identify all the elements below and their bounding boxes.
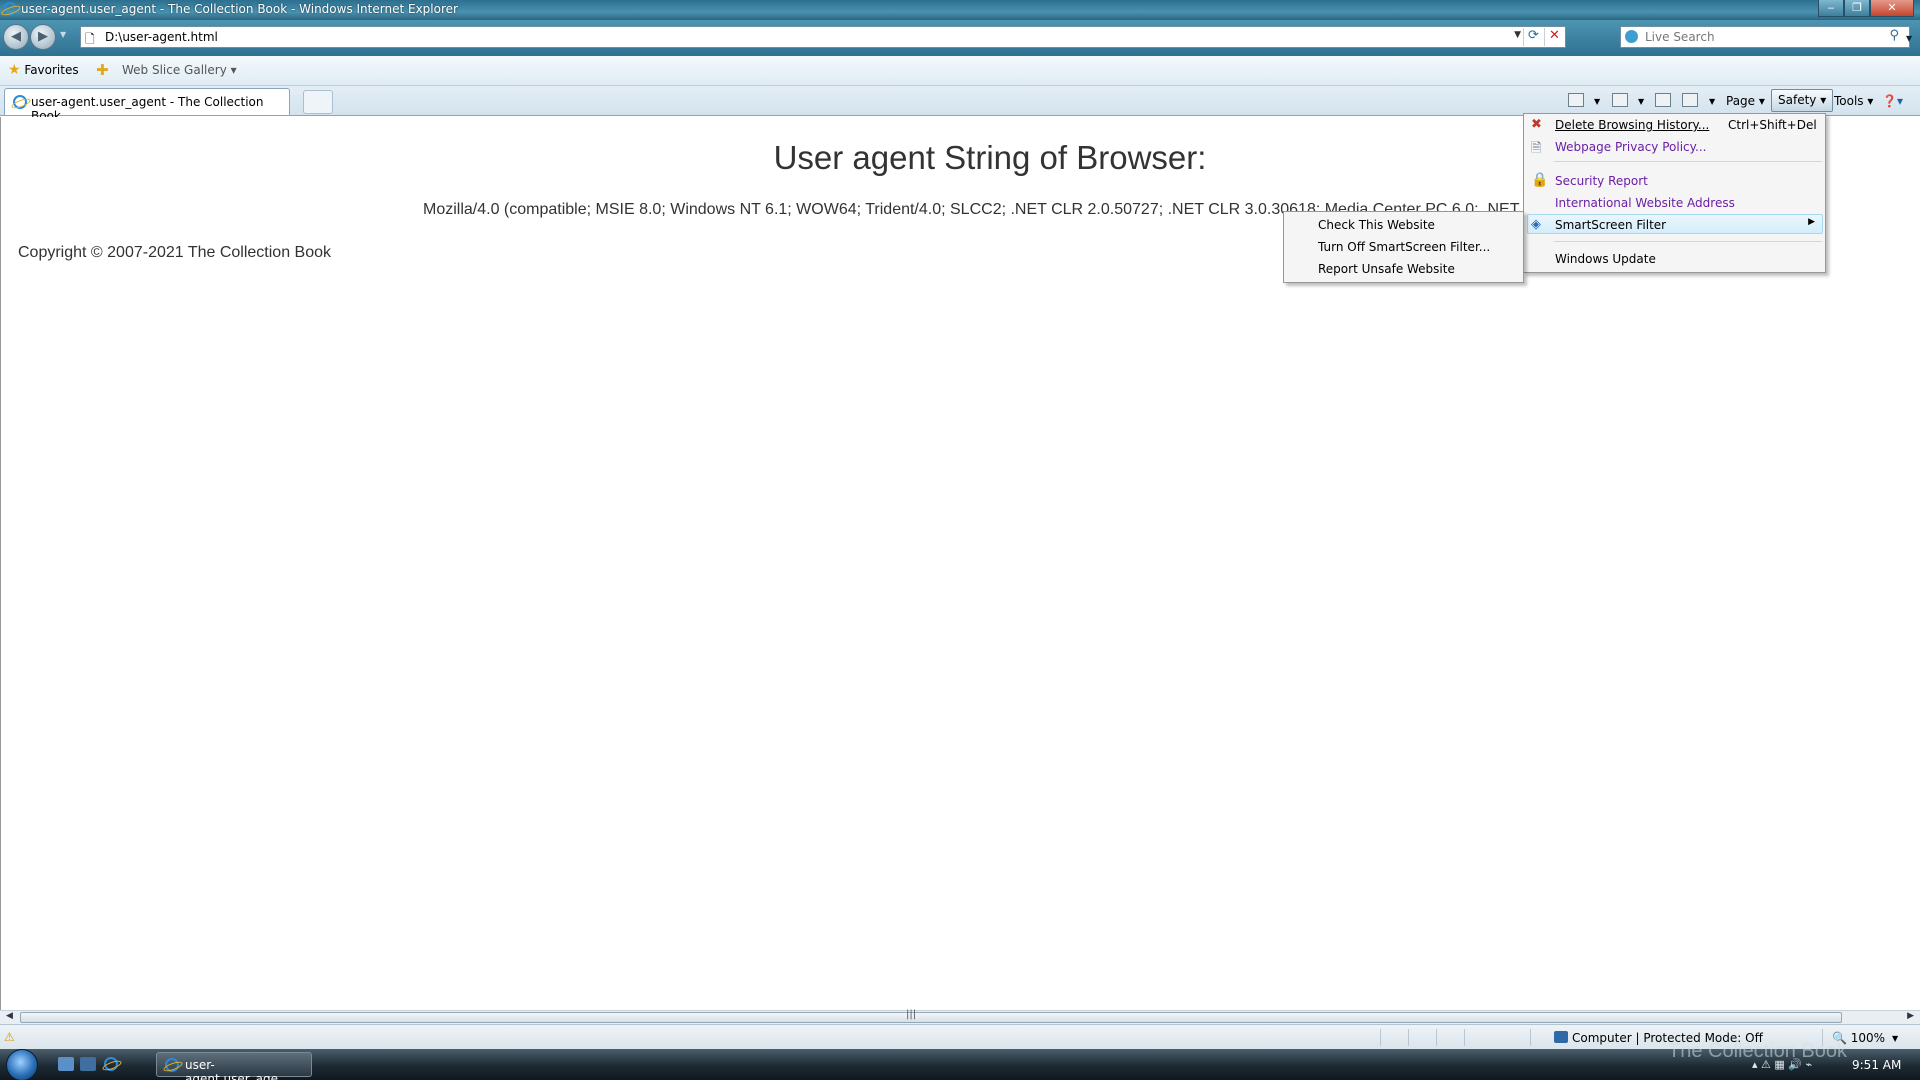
show-desktop-icon[interactable] (58, 1057, 74, 1071)
home-dropdown-icon[interactable]: ▼ (1594, 97, 1600, 106)
search-options-icon[interactable]: ▼ (1906, 34, 1912, 43)
favorites-bar: ★ Favorites ✚ Web Slice Gallery ▾ (0, 56, 1920, 86)
scroll-right-icon[interactable]: ▶ (1907, 1011, 1914, 1021)
smartscreen-icon: ◈ (1531, 217, 1541, 232)
status-divider (1464, 1029, 1465, 1046)
warning-icon[interactable]: ⚠ (4, 1030, 15, 1044)
menu-item-turn-off-smartscreen[interactable]: Turn Off SmartScreen Filter... (1318, 240, 1490, 254)
print-dropdown-icon[interactable]: ▼ (1709, 97, 1715, 106)
computer-zone-icon (1554, 1031, 1568, 1043)
delete-history-icon: ✖ (1531, 117, 1542, 132)
scroll-left-icon[interactable]: ◀ (6, 1011, 13, 1021)
favorites-button[interactable]: ★ Favorites (8, 62, 79, 78)
feeds-icon[interactable] (1612, 93, 1628, 107)
close-button[interactable]: ✕ (1870, 0, 1914, 17)
web-slice-gallery-link[interactable]: Web Slice Gallery ▾ (122, 63, 237, 77)
quicklaunch-ie-icon[interactable] (104, 1057, 118, 1071)
delete-browsing-history-label: Delete Browsing History... (1555, 118, 1710, 132)
clock[interactable]: 9:51 AM (1852, 1058, 1901, 1072)
privacy-policy-icon: 🗎 (1531, 141, 1542, 156)
menu-item-report-unsafe-website[interactable]: Report Unsafe Website (1318, 262, 1455, 276)
window-title: user-agent.user_agent - The Collection B… (21, 2, 458, 16)
title-bar: user-agent.user_agent - The Collection B… (0, 0, 1920, 20)
search-box[interactable]: Live Search ⚲ (1620, 26, 1910, 48)
address-dropdown-icon[interactable]: ▼ (1514, 30, 1521, 40)
address-text[interactable]: D:\user-agent.html (105, 30, 218, 44)
tab-ie-icon (13, 95, 27, 109)
menu-item-webpage-privacy-policy[interactable]: Webpage Privacy Policy... (1555, 140, 1706, 154)
horizontal-scrollbar[interactable]: ◀ ||| ▶ (0, 1009, 1920, 1024)
back-button[interactable]: ◀ (3, 24, 29, 50)
search-icon[interactable]: ⚲ (1889, 28, 1899, 43)
status-divider (1408, 1029, 1409, 1046)
menu-item-international-website-address[interactable]: International Website Address (1555, 196, 1735, 210)
status-divider (1436, 1029, 1437, 1046)
status-divider (1530, 1029, 1531, 1046)
zoom-dropdown-icon[interactable]: ▼ (1892, 1034, 1898, 1043)
copyright-text: Copyright © 2007-2021 The Collection Boo… (18, 244, 332, 261)
menu-item-security-report[interactable]: Security Report (1555, 174, 1648, 188)
maximize-button[interactable]: ❐ (1844, 0, 1870, 17)
tools-menu-label: Tools (1834, 94, 1864, 108)
menu-separator (1554, 241, 1822, 242)
recent-pages-dropdown[interactable]: ▼ (60, 30, 66, 39)
new-tab-button[interactable] (303, 90, 333, 114)
menu-item-check-this-website[interactable]: Check This Website (1318, 218, 1435, 232)
feeds-dropdown-icon[interactable]: ▼ (1638, 97, 1644, 106)
watermark: The Collection Book (1668, 1040, 1847, 1062)
add-to-favorites-bar-icon[interactable]: ✚ (96, 61, 109, 79)
star-icon: ★ (8, 62, 21, 78)
taskbar-button-label: user-agent.user_age... (185, 1058, 290, 1080)
zoom-value: 100% (1850, 1031, 1886, 1045)
print-icon[interactable] (1682, 93, 1698, 107)
scrollbar-grip-icon: ||| (906, 1009, 917, 1020)
help-icon[interactable]: ❓▾ (1882, 94, 1903, 108)
refresh-icon[interactable]: ⟳ (1523, 28, 1543, 46)
start-button[interactable] (6, 1049, 38, 1080)
navigation-bar: ◀ ▶ ▼ 🗋 D:\user-agent.html ▼ ⟳ ✕ Live Se… (0, 20, 1920, 56)
menu-item-windows-update[interactable]: Windows Update (1555, 252, 1656, 266)
menu-item-smartscreen-filter[interactable]: SmartScreen Filter (1555, 218, 1666, 232)
page-menu-button[interactable]: Page ▾ (1726, 94, 1765, 108)
lock-icon: 🔒 (1531, 172, 1549, 188)
stop-icon[interactable]: ✕ (1544, 28, 1564, 46)
address-bar[interactable]: 🗋 D:\user-agent.html ▼ ⟳ ✕ (80, 26, 1566, 48)
command-bar: user-agent.user_agent - The Collection B… (0, 86, 1920, 123)
delete-browsing-history-shortcut: Ctrl+Shift+Del (1728, 118, 1817, 132)
ie-logo-icon (3, 2, 17, 16)
live-search-icon (1625, 30, 1638, 43)
favorites-label: Favorites (24, 63, 79, 77)
page-menu-label: Page (1726, 94, 1756, 108)
taskbar: user-agent.user_age... ▴ ⚠ ▦ 🔊 ⌁ 9:51 AM (0, 1049, 1920, 1080)
smartscreen-submenu: Check This Website Turn Off SmartScreen … (1283, 211, 1524, 283)
safety-menu-button[interactable]: Safety ▾ (1771, 89, 1834, 112)
safety-menu: ✖ Delete Browsing History... Ctrl+Shift+… (1523, 113, 1826, 273)
taskbar-ie-button[interactable]: user-agent.user_age... (156, 1052, 312, 1080)
menu-separator (1554, 161, 1822, 162)
status-bar: ⚠ Computer | Protected Mode: Off 🔍 100% … (0, 1024, 1920, 1049)
taskbar-ie-icon (165, 1058, 179, 1072)
menu-item-delete-browsing-history[interactable]: Delete Browsing History... Ctrl+Shift+De… (1555, 118, 1817, 132)
status-divider (1380, 1029, 1381, 1046)
web-slice-gallery-label: Web Slice Gallery (122, 63, 227, 77)
tab-active[interactable]: user-agent.user_agent - The Collection B… (4, 88, 290, 123)
forward-button[interactable]: ▶ (30, 24, 56, 50)
switch-windows-icon[interactable] (80, 1057, 96, 1071)
tools-menu-button[interactable]: Tools ▾ (1834, 94, 1873, 108)
search-placeholder[interactable]: Live Search (1645, 30, 1715, 44)
page-icon: 🗋 (85, 32, 95, 46)
submenu-arrow-icon: ▶ (1808, 217, 1815, 227)
home-icon[interactable] (1568, 93, 1584, 107)
read-mail-icon[interactable] (1655, 93, 1671, 107)
window-controls: ‒ ❐ ✕ (1818, 0, 1914, 17)
scrollbar-thumb[interactable] (20, 1012, 1842, 1023)
safety-menu-label: Safety (1778, 93, 1817, 107)
minimize-button[interactable]: ‒ (1818, 0, 1844, 17)
